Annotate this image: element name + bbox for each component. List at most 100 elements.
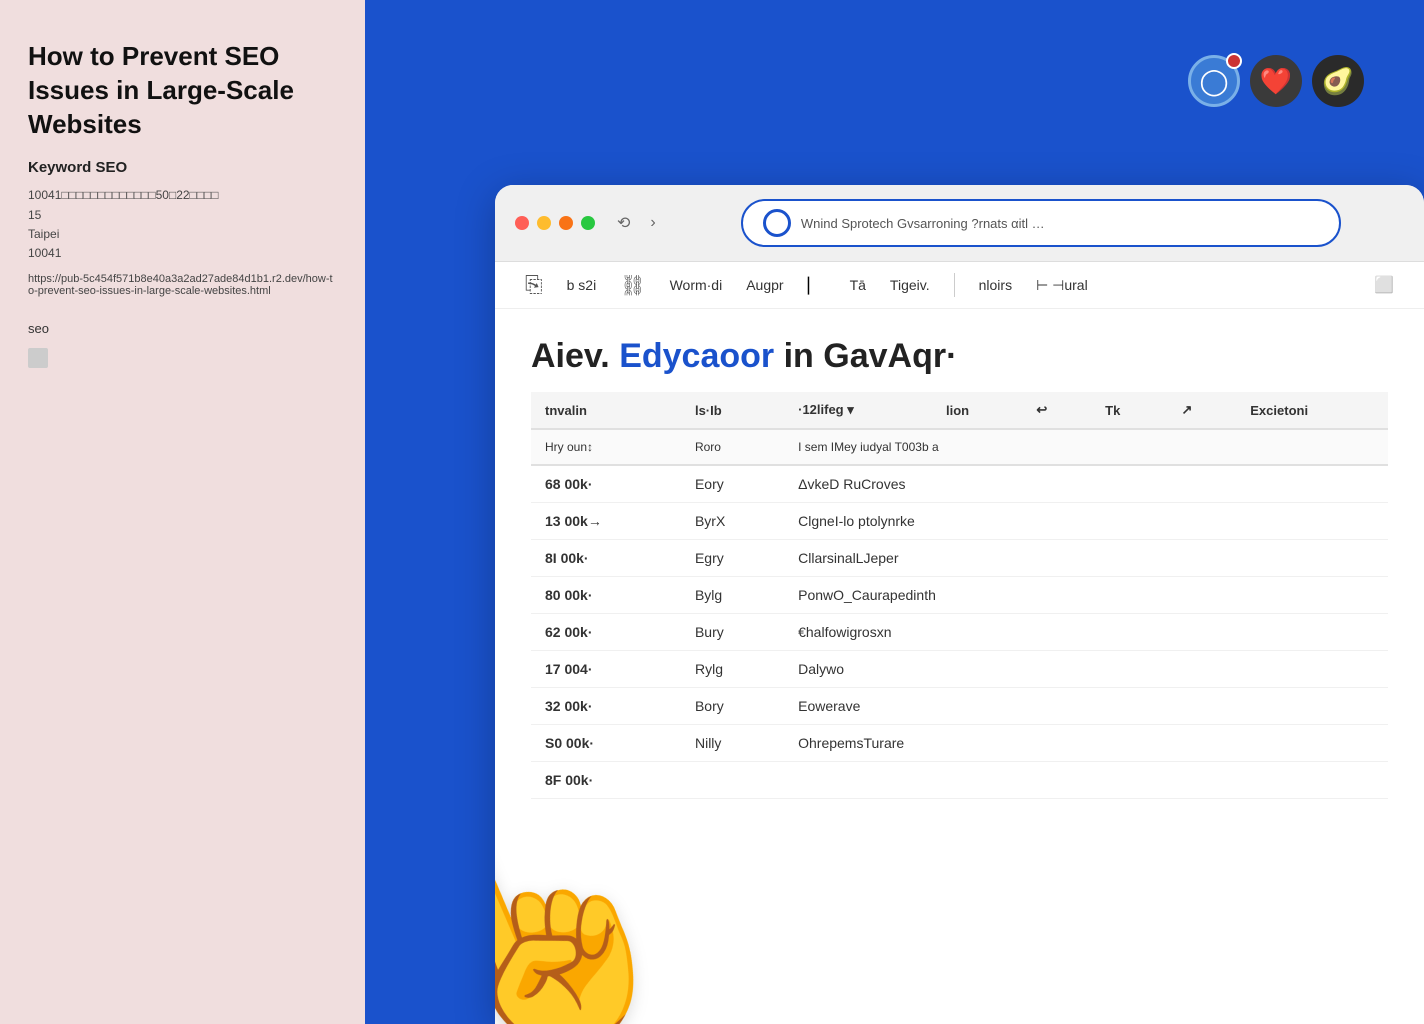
cell-val-2: Bylg [681,577,784,614]
cell-val-1: 13 00k→ [531,503,681,540]
cell-val-2: Egry [681,540,784,577]
avocado-icon: 🥑 [1322,66,1354,97]
cell-val-3: ΔvkeD RuCroves [784,465,1388,503]
article-tag: seo [28,321,337,336]
article-title: How to Prevent SEO Issues in Large-Scale… [28,40,337,141]
headline-end: GavAqr· [823,337,957,375]
toolbar-icon-1: ⎘ [525,272,543,298]
cell-val-1: 68 00k· [531,465,681,503]
cell-val-3: ClgneI-lo ptolynrke [784,503,1388,540]
tag-icon [28,348,48,368]
cell-val-3: €halfowigrosxn [784,614,1388,651]
headline-part1: Aiev. [531,337,610,375]
col-header-4: lion [932,392,1022,429]
cell-val-1: 17 004· [531,651,681,688]
table-row: 8F 00k· [531,762,1388,799]
toolbar-more-icon[interactable]: ⬜ [1374,275,1394,295]
cell-val-3: OhrepemsTurare [784,725,1388,762]
sidebar-meta: 10041□□□□□□□□□□□□□50□22□□□□ 15 Taipei 10… [28,186,337,263]
col-header-2: ls·Ib [681,392,784,429]
maximize-button[interactable] [581,216,595,230]
cell-val-1: 62 00k· [531,614,681,651]
subhdr-2: Roro [681,429,784,465]
notification-dot [1226,53,1242,69]
page-headline: Aiev. Edycaoor in GavAqr· [531,337,1388,376]
cell-val-1: S0 00k· [531,725,681,762]
cell-val-2: Eory [681,465,784,503]
cell-val-1: 8I 00k· [531,540,681,577]
col-header-7: ↗ [1167,392,1236,429]
omni-text: Wnind Sprotech Gvsarroning ?rnats αitl … [801,216,1045,231]
toolbar-label-ta[interactable]: Tā [850,277,866,293]
sidebar: How to Prevent SEO Issues in Large-Scale… [0,0,365,1024]
article-url: https://pub-5c454f571b8e40a3a2ad27ade84d… [28,273,337,297]
col-header-8: Excietoni [1236,392,1388,429]
subhdr-3: I sem IMey iudyal T003b a [784,429,1388,465]
meta-count: 15 [28,208,41,222]
col-header-5: ↩ [1022,392,1091,429]
circle-icon: ◯ [1199,66,1228,97]
table-row: S0 00k· Nilly OhrepemsTurare [531,725,1388,762]
data-table: tnvalin ls·Ib ·12lifeg ▾ lion ↩ Tk ↗ Exc… [531,392,1388,799]
table-subheader-row: Hry oun↕ Roro I sem IMey iudyal T003b a [531,429,1388,465]
secondary-toolbar: ⎘ b s2i ⛓ Worm·di Augpr ⎸ Tā Tigeiv. nlo… [495,262,1424,309]
browser-extension-icons: ◯ ❤️ 🥑 [1188,55,1364,107]
toolbar-label-tigeiv[interactable]: Tigeiv. [890,277,930,293]
browser-navigation: ⟲ › [611,211,662,235]
article-category: Keyword SEO [28,159,337,176]
extension-icon-1[interactable]: ◯ [1188,55,1240,107]
traffic-lights [515,216,595,230]
cell-val-3 [784,762,1388,799]
table-row: 13 00k→ ByrX ClgneI-lo ptolynrke [531,503,1388,540]
cell-val-3: Eowerave [784,688,1388,725]
col-header-1: tnvalin [531,392,681,429]
extension-icon-2[interactable]: ❤️ [1250,55,1302,107]
cell-val-2: Bory [681,688,784,725]
meta-city: Taipei [28,227,59,241]
toolbar-label-ural[interactable]: ⊢ ⊣ural [1036,277,1088,294]
cell-val-2: ByrX [681,503,784,540]
page-content: Aiev. Edycaoor in GavAqr· tnvalin ls·Ib … [495,309,1424,827]
omni-icon [763,209,791,237]
forward-button[interactable]: › [644,212,661,234]
minimize-button[interactable] [537,216,551,230]
headline-blue: Edycaoor [619,337,774,375]
cell-val-1: 8F 00k· [531,762,681,799]
omnibox[interactable]: Wnind Sprotech Gvsarroning ?rnats αitl … [741,199,1341,247]
cell-val-3: PonwO_Caurapedinth [784,577,1388,614]
table-row: 62 00k· Bury €halfowigrosxn [531,614,1388,651]
main-area: ◯ ❤️ 🥑 ⟲ › Wnind Spro [365,0,1424,1024]
toolbar-label-1[interactable]: b s2i [567,277,597,293]
browser-window: ⟲ › Wnind Sprotech Gvsarroning ?rnats αi… [495,185,1424,1024]
heart-icon: ❤️ [1260,66,1292,97]
meta-id: 10041□□□□□□□□□□□□□50□22□□□□ [28,188,219,202]
cell-val-1: 32 00k· [531,688,681,725]
close-button[interactable] [515,216,529,230]
cell-val-3: CllarsinalLJeper [784,540,1388,577]
cell-val-3: Dalywo [784,651,1388,688]
table-row: 8I 00k· Egry CllarsinalLJeper [531,540,1388,577]
toolbar-label-worm[interactable]: Worm·di [670,277,723,293]
toolbar-separator-icon: ⎸ [808,275,826,296]
cell-val-1: 80 00k· [531,577,681,614]
table-header-row: tnvalin ls·Ib ·12lifeg ▾ lion ↩ Tk ↗ Exc… [531,392,1388,429]
back-button[interactable]: ⟲ [611,211,636,235]
toolbar-label-augpr[interactable]: Augpr [746,277,783,293]
fullscreen-button[interactable] [559,216,573,230]
cell-val-2: Nilly [681,725,784,762]
col-header-3: ·12lifeg ▾ [784,392,932,429]
extension-icon-3[interactable]: 🥑 [1312,55,1364,107]
table-row: 68 00k· Eory ΔvkeD RuCroves [531,465,1388,503]
toolbar-icon-2: ⛓ [620,273,645,298]
browser-toolbar: ⟲ › Wnind Sprotech Gvsarroning ?rnats αi… [495,185,1424,262]
table-row: 80 00k· Bylg PonwO_Caurapedinth [531,577,1388,614]
subhdr-1: Hry oun↕ [531,429,681,465]
cell-val-2 [681,762,784,799]
headline-in: in [784,337,814,375]
meta-zip: 10041 [28,246,61,260]
toolbar-divider [954,273,955,297]
table-row: 17 004· Rylg Dalywo [531,651,1388,688]
toolbar-label-nloirs[interactable]: nloirs [979,277,1012,293]
table-row: 32 00k· Bory Eowerave [531,688,1388,725]
cell-val-2: Bury [681,614,784,651]
